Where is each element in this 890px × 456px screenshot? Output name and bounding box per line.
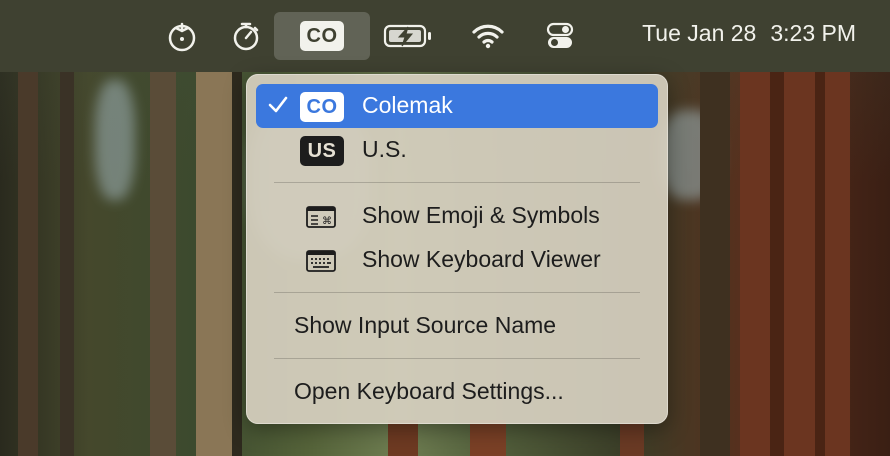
control-center-icon xyxy=(546,22,574,48)
us-label: U.S. xyxy=(362,136,407,162)
tomato-icon xyxy=(168,22,196,52)
menubar-clock[interactable]: Tue Jan 28 3:23 PM xyxy=(628,20,856,47)
show-emoji-symbols-label: Show Emoji & Symbols xyxy=(362,202,600,228)
keyboard-viewer-icon xyxy=(306,250,336,272)
open-keyboard-settings-label: Open Keyboard Settings... xyxy=(294,378,564,404)
stopwatch-icon xyxy=(233,22,259,51)
colemak-label: Colemak xyxy=(362,92,453,118)
menu-separator xyxy=(274,182,640,183)
battery-button[interactable] xyxy=(380,12,436,60)
svg-text:⌘: ⌘ xyxy=(322,216,332,227)
input-source-badge: CO xyxy=(300,21,344,51)
checkmark-icon xyxy=(268,96,288,113)
menu-item-show-emoji-symbols[interactable]: ⌘ Show Emoji & Symbols xyxy=(256,194,658,238)
menu-item-show-input-source-name[interactable]: Show Input Source Name xyxy=(256,304,658,348)
menu-item-us[interactable]: US U.S. xyxy=(256,128,658,172)
menu-bar: CO Tue Jan 28 3:23 PM xyxy=(0,0,890,72)
control-center-button[interactable] xyxy=(538,12,582,60)
stopwatch-button[interactable] xyxy=(224,12,268,60)
menu-item-colemak[interactable]: CO Colemak xyxy=(256,84,658,128)
input-source-menu: CO Colemak US U.S. ⌘ Show Emoji & Symbol… xyxy=(246,74,668,424)
input-source-menu-button[interactable]: CO xyxy=(274,12,370,60)
menu-item-open-keyboard-settings[interactable]: Open Keyboard Settings... xyxy=(256,370,658,414)
emoji-symbols-icon: ⌘ xyxy=(306,206,336,228)
wifi-button[interactable] xyxy=(466,12,510,60)
menu-separator xyxy=(274,358,640,359)
wifi-icon xyxy=(472,24,504,49)
colemak-badge: CO xyxy=(300,92,344,122)
tomato-timer-button[interactable] xyxy=(160,12,204,60)
clock-date: Tue Jan 28 xyxy=(642,20,757,46)
battery-charging-icon xyxy=(383,24,431,48)
us-badge: US xyxy=(300,136,344,166)
menu-item-show-keyboard-viewer[interactable]: Show Keyboard Viewer xyxy=(256,238,658,282)
clock-time: 3:23 PM xyxy=(770,20,856,46)
show-input-source-name-label: Show Input Source Name xyxy=(294,312,557,338)
menu-separator xyxy=(274,292,640,293)
show-keyboard-viewer-label: Show Keyboard Viewer xyxy=(362,246,601,272)
